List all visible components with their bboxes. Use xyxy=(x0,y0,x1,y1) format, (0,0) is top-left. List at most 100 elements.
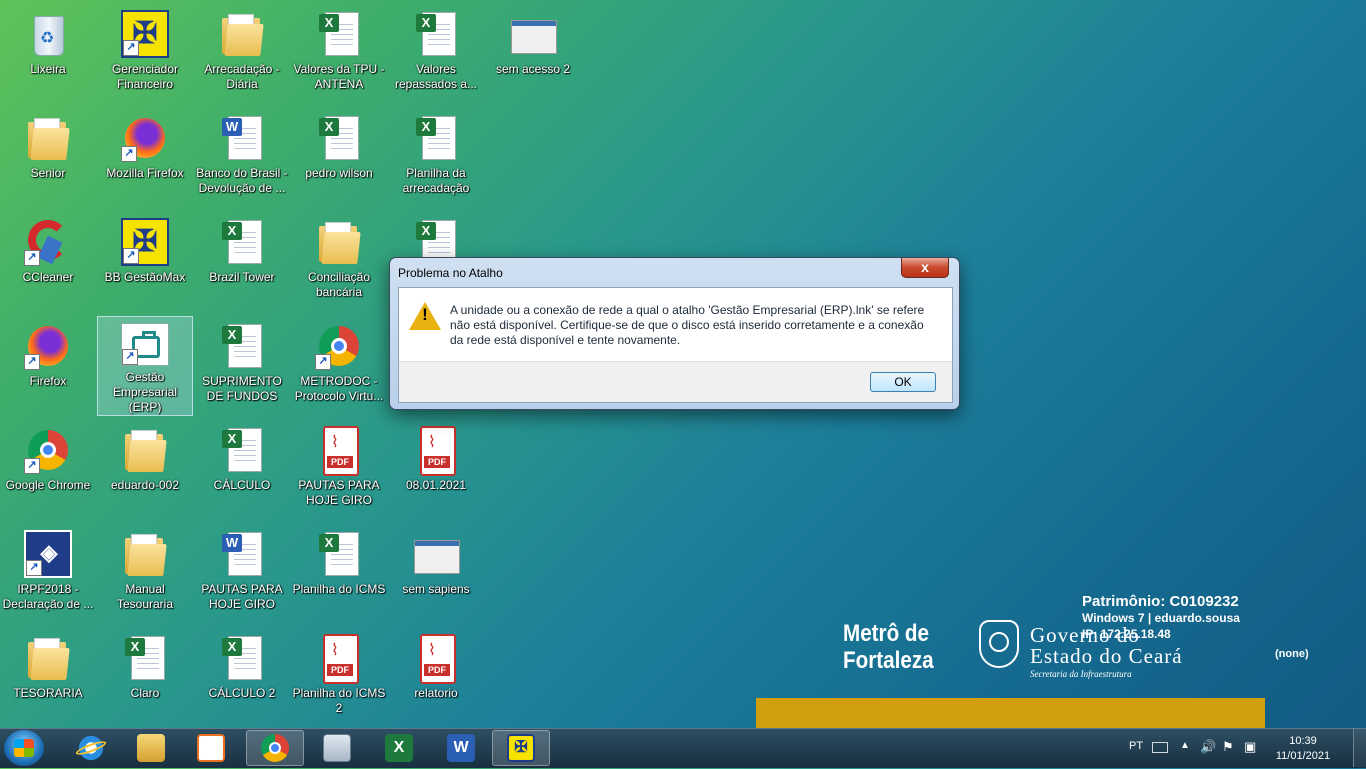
shortcut-arrow-icon: ↗ xyxy=(122,349,138,365)
taskbar-ie-button[interactable] xyxy=(62,730,120,766)
desktop-icon[interactable]: ⌇ PDF relatorio xyxy=(388,628,484,728)
taskbar-explorer-button[interactable] xyxy=(122,730,180,766)
desktop-icon-label: PAUTAS PARA HOJE GIRO xyxy=(298,478,380,507)
taskbar-chrome-button[interactable] xyxy=(246,730,304,766)
volume-icon[interactable]: 🔊 xyxy=(1200,739,1216,755)
desktop-icon-label: Gestão Empresarial (ERP) xyxy=(112,370,178,414)
desktop-icon[interactable]: ♻ Lixeira xyxy=(0,4,96,104)
desktop-icon[interactable]: Xpedro wilson xyxy=(291,108,387,208)
show-hidden-icons-arrow[interactable]: ▲ xyxy=(1180,740,1190,751)
recycle-bin-icon: ♻ xyxy=(24,10,72,58)
pdf-file-icon: ⌇ PDF xyxy=(315,426,363,476)
desktop-icon-label: CCleaner xyxy=(22,270,74,284)
desktop-icon-label: sem acesso 2 xyxy=(495,62,571,76)
excel-file-icon: X xyxy=(218,218,266,266)
desktop-icon-label: PAUTAS PARA HOJE GIRO xyxy=(201,582,283,611)
shortcut-arrow-icon: ↗ xyxy=(24,458,40,474)
desktop-icon-label: eduardo-002 xyxy=(110,478,180,492)
desktop-icon[interactable]: X CÁLCULO xyxy=(194,420,290,520)
start-button[interactable] xyxy=(4,730,44,766)
desktop-icon[interactable]: ⌇ PDF Planilha do ICMS 2 xyxy=(291,628,387,728)
folder-icon xyxy=(24,634,72,682)
desktop-icon[interactable]: sem sapiens xyxy=(388,524,484,624)
desktop-icon-label: pedro wilson xyxy=(305,166,373,180)
banco-do-brasil-icon: ✠ ↗ xyxy=(121,218,169,266)
show-desktop-button[interactable] xyxy=(1353,729,1366,767)
desktop-icon[interactable]: X Planilha do ICMS xyxy=(291,524,387,624)
desktop-icon[interactable]: Arrecadação - Diária xyxy=(194,4,290,104)
desktop-icon-label: Planilha da arrecadação xyxy=(402,166,470,195)
taskbar-media-player-button[interactable] xyxy=(182,730,240,766)
desktop-icon[interactable]: ↗ Firefox xyxy=(0,316,96,416)
gov-logo-line3: Secretaria da Infraestrutura xyxy=(1030,669,1132,679)
desktop-icon-label: Claro xyxy=(130,686,160,700)
desktop-icon-label: Mozilla Firefox xyxy=(106,166,184,180)
keyboard-icon[interactable] xyxy=(1152,742,1168,753)
desktop-icon[interactable]: X Valores repassados a... xyxy=(388,4,484,104)
close-button[interactable]: x xyxy=(901,258,949,278)
ccleaner-icon: ↗ xyxy=(24,218,72,266)
desktop-icon-label: TESORARIA xyxy=(13,686,83,700)
desktop-icon[interactable]: ↗ CCleaner xyxy=(0,212,96,312)
desktop-icon[interactable]: X SUPRIMENTO DE FUNDOS xyxy=(194,316,290,416)
desktop-icon-label: SUPRIMENTO DE FUNDOS xyxy=(202,374,282,403)
desktop-icon[interactable]: ✠ ↗ Gerenciador Financeiro xyxy=(97,4,193,104)
desktop-icon[interactable]: ↗ Gestão Empresarial (ERP) xyxy=(97,316,193,416)
desktop-icon[interactable]: ↗ Mozilla Firefox xyxy=(97,108,193,208)
desktop-icon[interactable]: X CÁLCULO 2 xyxy=(194,628,290,728)
desktop-icon[interactable]: W Banco do Brasil - Devolução de ... xyxy=(194,108,290,208)
image-file-icon xyxy=(412,530,460,578)
dialog-message: A unidade ou a conexão de rede a qual o … xyxy=(450,303,925,347)
desktop-icon[interactable]: Conciliação bancária xyxy=(291,212,387,312)
shortcut-arrow-icon: ↗ xyxy=(315,354,331,370)
desktop-icon[interactable]: W PAUTAS PARA HOJE GIRO xyxy=(194,524,290,624)
desktop-icon-label: Planilha do ICMS xyxy=(292,582,386,596)
desktop-icon[interactable]: X Brazil Tower xyxy=(194,212,290,312)
clock-time: 10:39 xyxy=(1289,735,1317,747)
taskbar-calculator-button[interactable] xyxy=(308,730,366,766)
irpf-icon: ◈ ↗ xyxy=(24,530,72,578)
desktop-icon[interactable]: ✠ ↗ BB GestãoMax xyxy=(97,212,193,312)
desktop-icon[interactable]: Senior xyxy=(0,108,96,208)
chrome-icon: ↗ xyxy=(315,322,363,370)
desktop-icon[interactable]: X Planilha da arrecadação xyxy=(388,108,484,208)
ok-button[interactable]: OK xyxy=(870,372,936,392)
taskbar-bb-button[interactable]: ✠ xyxy=(492,730,550,766)
desktop-icon[interactable]: ⌇ PDF 08.01.2021 xyxy=(388,420,484,520)
desktop-icon-label: METRODOC - Protocolo Virtu... xyxy=(294,374,384,403)
desktop-icon[interactable]: X Claro xyxy=(97,628,193,728)
taskbar-word-button[interactable]: W xyxy=(432,730,490,766)
dialog-title: Problema no Atalho xyxy=(398,266,503,280)
desktop-icon-label: 08.01.2021 xyxy=(405,478,467,492)
dialog-footer: OK xyxy=(399,361,952,402)
excel-file-icon: X xyxy=(315,114,363,162)
image-file-icon xyxy=(509,10,557,58)
shortcut-arrow-icon: ↗ xyxy=(24,250,40,266)
desktop-icon[interactable]: X Valores da TPU - ANTENA xyxy=(291,4,387,104)
taskbar-excel-button[interactable]: X xyxy=(370,730,428,766)
language-indicator[interactable]: PT xyxy=(1129,740,1143,752)
bginfo-patrimonio: Patrimônio: C0109232 xyxy=(1082,593,1239,610)
folder-icon xyxy=(24,114,72,162)
gov-logo-line1: Governo do xyxy=(1030,623,1140,647)
excel-file-icon: X xyxy=(218,426,266,474)
desktop-icon[interactable]: ↗ Google Chrome xyxy=(0,420,96,520)
clock[interactable]: 10:39 11/01/2021 xyxy=(1265,734,1341,764)
network-icon[interactable]: ▣ xyxy=(1244,739,1256,755)
chrome-icon: ↗ xyxy=(24,426,72,474)
desktop-icon[interactable]: sem acesso 2 xyxy=(485,4,581,104)
desktop-icon-label: Google Chrome xyxy=(5,478,91,492)
action-center-flag-icon[interactable]: ⚑ xyxy=(1222,739,1234,755)
firefox-icon: ↗ xyxy=(24,322,72,370)
shortcut-arrow-icon: ↗ xyxy=(26,560,42,576)
shortcut-arrow-icon: ↗ xyxy=(123,248,139,264)
desktop-icon[interactable]: ⌇ PDF PAUTAS PARA HOJE GIRO xyxy=(291,420,387,520)
desktop-icon[interactable]: Manual Tesouraria xyxy=(97,524,193,624)
desktop-icon[interactable]: eduardo-002 xyxy=(97,420,193,520)
folder-icon xyxy=(315,218,363,266)
desktop-icon[interactable]: ↗ METRODOC - Protocolo Virtu... xyxy=(291,316,387,416)
desktop-icon[interactable]: ◈ ↗ IRPF2018 - Declaração de ... xyxy=(0,524,96,624)
desktop-icon-label: Banco do Brasil - Devolução de ... xyxy=(196,166,288,195)
desktop-icon[interactable]: TESORARIA xyxy=(0,628,96,728)
excel-file-icon: X xyxy=(315,530,363,578)
